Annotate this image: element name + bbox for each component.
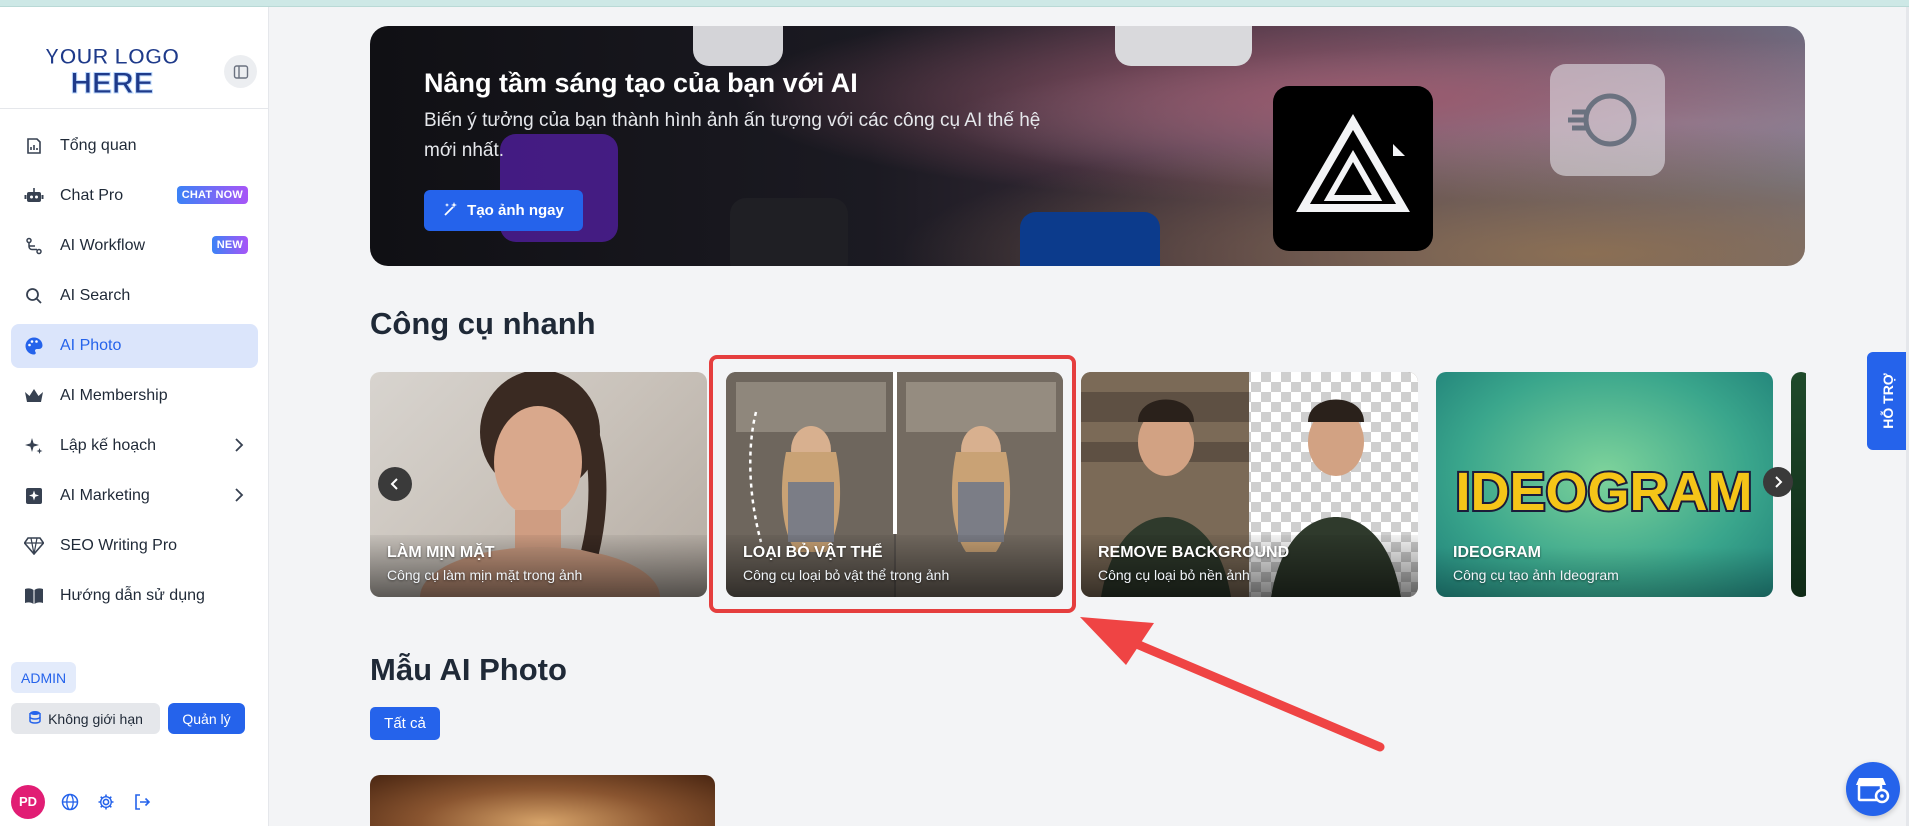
sidebar-item-overview[interactable]: Tổng quan: [11, 124, 258, 168]
sidebar-item-ai-search[interactable]: AI Search: [11, 274, 258, 318]
svg-text:HERE: HERE: [70, 67, 153, 100]
tool-card-title: LÀM MỊN MẶT: [387, 544, 495, 561]
tool-card-smooth-face[interactable]: LÀM MỊN MẶT Công cụ làm mịn mặt trong ản…: [370, 372, 707, 597]
tool-card-remove-background[interactable]: REMOVE BACKGROUND Công cụ loại bỏ nền ản…: [1081, 372, 1418, 597]
sidebar-nav: Tổng quan Chat Pro CHAT NOW AI Workflow …: [11, 124, 258, 624]
sidebar-item-label: Lập kế hoạch: [60, 437, 157, 454]
triangle-logo-icon: [1296, 114, 1410, 212]
logout-icon[interactable]: [131, 791, 153, 813]
diamond-icon: [23, 535, 45, 557]
sidebar-item-ai-membership[interactable]: AI Membership: [11, 374, 258, 418]
tool-card-ideogram[interactable]: IDEOGRAM IDEOGRAM Công cụ tạo ảnh Ideogr…: [1436, 372, 1773, 597]
chart-icon: [23, 135, 45, 157]
ai-photo-samples-title: Mẫu AI Photo: [370, 652, 567, 687]
chevron-right-icon: [234, 487, 244, 508]
tool-card-description: Công cụ loại bỏ nền ảnh: [1098, 567, 1250, 583]
sidebar-item-label: AI Workflow: [60, 237, 146, 254]
sidebar-item-label: Hướng dẫn sử dụng: [60, 587, 205, 604]
coins-icon: [28, 710, 42, 727]
svg-text:IDEOGRAM: IDEOGRAM: [1456, 462, 1753, 522]
sidebar-item-seo-writing-pro[interactable]: SEO Writing Pro: [11, 524, 258, 568]
gear-icon[interactable]: [95, 791, 117, 813]
chevron-left-icon: [390, 478, 398, 490]
sidebar: YOUR LOGO HERE Tổng quan Chat Pro CHAT N…: [0, 7, 269, 826]
tool-card-description: Công cụ làm mịn mặt trong ảnh: [387, 567, 583, 583]
sidebar-item-label: AI Membership: [60, 387, 168, 404]
sidebar-item-ai-workflow[interactable]: AI Workflow NEW: [11, 224, 258, 268]
tool-card-description: Công cụ tạo ảnh Ideogram: [1453, 567, 1619, 583]
tool-card-title: REMOVE BACKGROUND: [1098, 544, 1290, 561]
create-image-label: Tạo ảnh ngay: [467, 202, 564, 219]
book-icon: [23, 585, 45, 607]
chat-support-fab[interactable]: [1846, 762, 1900, 816]
carousel-prev-button[interactable]: [378, 467, 412, 501]
marketing-icon: [23, 485, 45, 507]
role-badge: ADMIN: [11, 662, 77, 693]
globe-icon[interactable]: [59, 791, 81, 813]
sidebar-item-planning[interactable]: Lập kế hoạch: [11, 424, 258, 468]
magic-wand-icon: [443, 201, 459, 221]
hero-banner: Nâng tầm sáng tạo của bạn với AI Biến ý …: [370, 26, 1805, 266]
hero-subtitle: Biến ý tưởng của bạn thành hình ảnh ấn t…: [424, 110, 1041, 161]
sidebar-collapse-button[interactable]: [224, 55, 257, 88]
usage-limit-label: Không giới hạn: [48, 710, 143, 727]
sidebar-footer: PD: [0, 777, 269, 826]
support-button[interactable]: HỖ TRỢ: [1867, 352, 1909, 450]
sidebar-toggle-icon: [233, 64, 248, 79]
browser-top-strip: [0, 0, 1909, 7]
sidebar-item-label: Tổng quan: [60, 137, 137, 154]
tool-card-title: IDEOGRAM: [1453, 544, 1541, 561]
sidebar-item-label: AI Marketing: [60, 487, 150, 504]
tool-card-partial[interactable]: [1791, 372, 1806, 597]
sidebar-item-chat-pro[interactable]: Chat Pro CHAT NOW: [11, 174, 258, 218]
carousel-next-button[interactable]: [1763, 467, 1793, 497]
filter-all-button[interactable]: Tất cả: [370, 707, 440, 740]
logo[interactable]: YOUR LOGO HERE: [44, 37, 180, 103]
sidebar-item-label: AI Photo: [60, 337, 122, 354]
annotation-arrow: [1080, 617, 1385, 752]
sample-photo-card[interactable]: [370, 775, 715, 826]
sidebar-item-label: Chat Pro: [60, 187, 124, 204]
sidebar-item-label: AI Search: [60, 287, 131, 304]
app-icon-tile: [693, 26, 783, 66]
divider: [0, 108, 269, 109]
palette-icon: [23, 335, 45, 357]
svg-text:YOUR LOGO: YOUR LOGO: [45, 44, 179, 69]
support-label: HỖ TRỢ: [1880, 373, 1896, 429]
app-icon-tile: [1020, 212, 1160, 266]
sidebar-item-label: SEO Writing Pro: [60, 537, 178, 554]
chat-now-badge[interactable]: CHAT NOW: [176, 186, 248, 204]
chevron-right-icon: [1775, 476, 1783, 488]
app-icon-tile: [1115, 26, 1252, 66]
app-icon-tile: [1550, 64, 1665, 176]
workflow-icon: [23, 235, 45, 257]
chevron-right-icon: [234, 437, 244, 458]
app-icon-tile: [1273, 86, 1433, 251]
avatar[interactable]: PD: [11, 784, 45, 819]
robot-icon: [23, 185, 45, 207]
sidebar-item-ai-marketing[interactable]: AI Marketing: [11, 474, 258, 518]
new-badge: NEW: [211, 236, 248, 254]
crown-icon: [23, 385, 45, 407]
sparkle-icon: [23, 435, 45, 457]
search-icon: [23, 285, 45, 307]
annotation-highlight-box: [709, 355, 1076, 613]
create-image-button[interactable]: Tạo ảnh ngay: [424, 190, 583, 231]
sidebar-item-ai-photo[interactable]: AI Photo: [11, 324, 258, 368]
hero-title: Nâng tầm sáng tạo của bạn với AI: [424, 68, 858, 98]
usage-limit-button[interactable]: Không giới hạn: [11, 703, 160, 734]
manage-button[interactable]: Quản lý: [168, 703, 245, 734]
brain-icon: [1568, 93, 1637, 147]
quick-tools-title: Công cụ nhanh: [370, 306, 596, 341]
quick-tools-carousel: LÀM MỊN MẶT Công cụ làm mịn mặt trong ản…: [370, 372, 1806, 598]
store-settings-icon: [1856, 778, 1890, 804]
app-icon-tile: [730, 198, 848, 266]
sidebar-item-user-guide[interactable]: Hướng dẫn sử dụng: [11, 574, 258, 618]
